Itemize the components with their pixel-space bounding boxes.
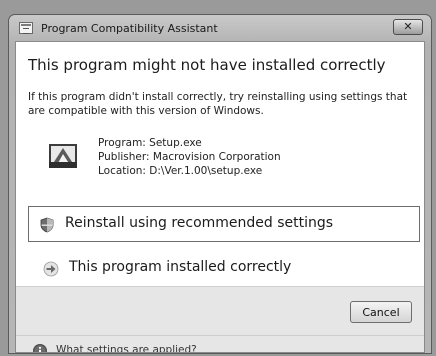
reinstall-recommended-button[interactable]: Reinstall using recommended settings [28, 206, 420, 242]
description-text: If this program didn't install correctly… [28, 91, 408, 117]
dialog-window: Program Compatibility Assistant ✕ This p… [8, 14, 432, 354]
installed-correctly-button[interactable]: This program installed correctly [28, 250, 420, 286]
close-button[interactable]: ✕ [393, 19, 423, 35]
footer-divider [16, 335, 424, 336]
setup-program-icon [49, 144, 77, 168]
window-title: Program Compatibility Assistant [41, 22, 218, 35]
program-name: Program: Setup.exe [98, 137, 202, 149]
program-publisher: Publisher: Macrovision Corporation [98, 151, 281, 163]
shield-icon [40, 217, 54, 233]
settings-applied-link[interactable]: What settings are applied? [56, 344, 197, 352]
installed-label: This program installed correctly [69, 259, 292, 275]
dialog-content: This program might not have installed co… [15, 41, 425, 353]
cancel-button[interactable]: Cancel [350, 301, 412, 323]
info-icon [33, 344, 47, 352]
program-location: Location: D:\Ver.1.00\setup.exe [98, 165, 263, 177]
main-instruction: This program might not have installed co… [28, 56, 386, 74]
arrow-right-icon [43, 261, 59, 277]
dialog-footer: Cancel What settings are applied? [16, 286, 424, 352]
reinstall-label: Reinstall using recommended settings [65, 215, 334, 231]
program-details: Program: Setup.exe Publisher: Macrovisio… [98, 136, 281, 178]
title-bar[interactable]: Program Compatibility Assistant ✕ [9, 15, 431, 43]
app-window-icon [19, 22, 33, 34]
